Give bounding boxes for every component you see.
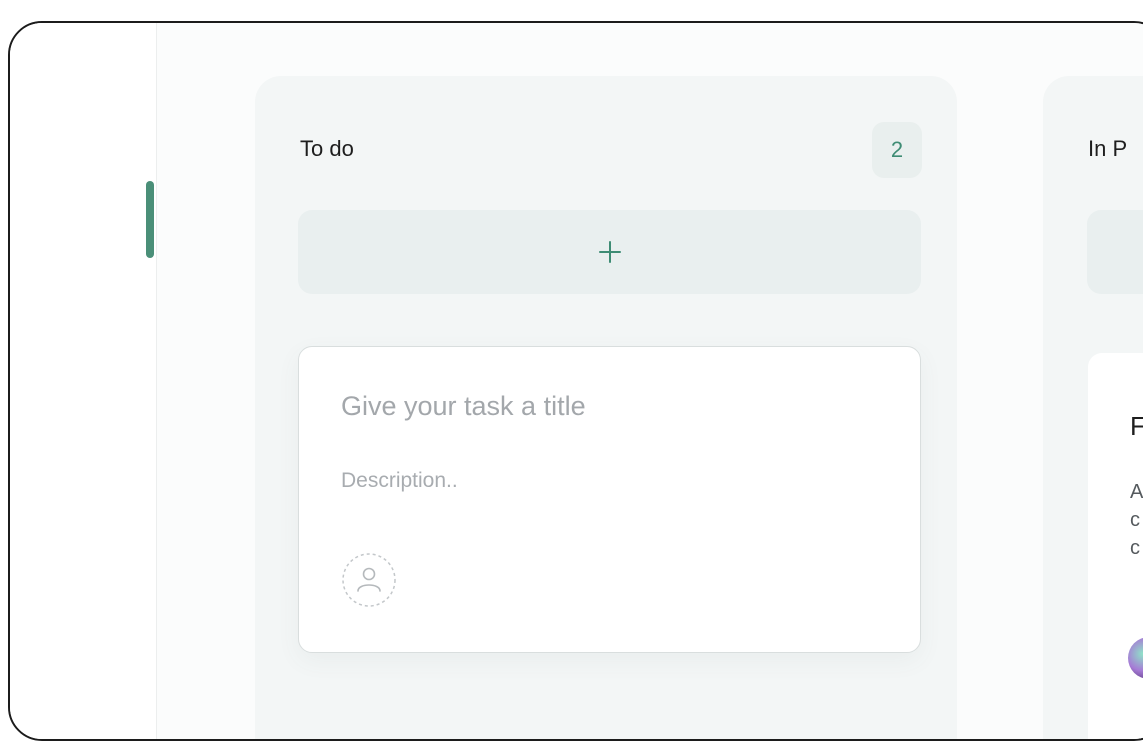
add-task-button[interactable] — [1087, 210, 1143, 294]
task-title-input[interactable] — [341, 391, 881, 422]
plus-icon — [598, 241, 621, 263]
sidebar — [10, 23, 157, 739]
task-description-input[interactable] — [341, 469, 881, 493]
column-title: To do — [300, 136, 354, 161]
sidebar-active-indicator — [146, 181, 154, 258]
column-title: In P — [1088, 136, 1128, 161]
avatar — [1128, 637, 1143, 679]
user-icon — [342, 553, 396, 607]
assign-user-button[interactable] — [341, 552, 397, 608]
app-window: To do 2 Give your task a title Descripti… — [8, 21, 1143, 741]
column-to-do: To do 2 — [255, 76, 957, 739]
task-card-description: A c c — [1130, 481, 1143, 559]
column-in-progress: In P F A c c — [1043, 76, 1143, 739]
add-task-button[interactable] — [298, 210, 921, 294]
kanban-board: To do 2 Give your task a title Descripti… — [157, 23, 1143, 739]
task-card[interactable]: F A c c — [1088, 353, 1143, 739]
new-task-card — [298, 346, 921, 653]
task-card-title: F — [1130, 411, 1143, 442]
task-count-badge: 2 — [872, 122, 922, 178]
